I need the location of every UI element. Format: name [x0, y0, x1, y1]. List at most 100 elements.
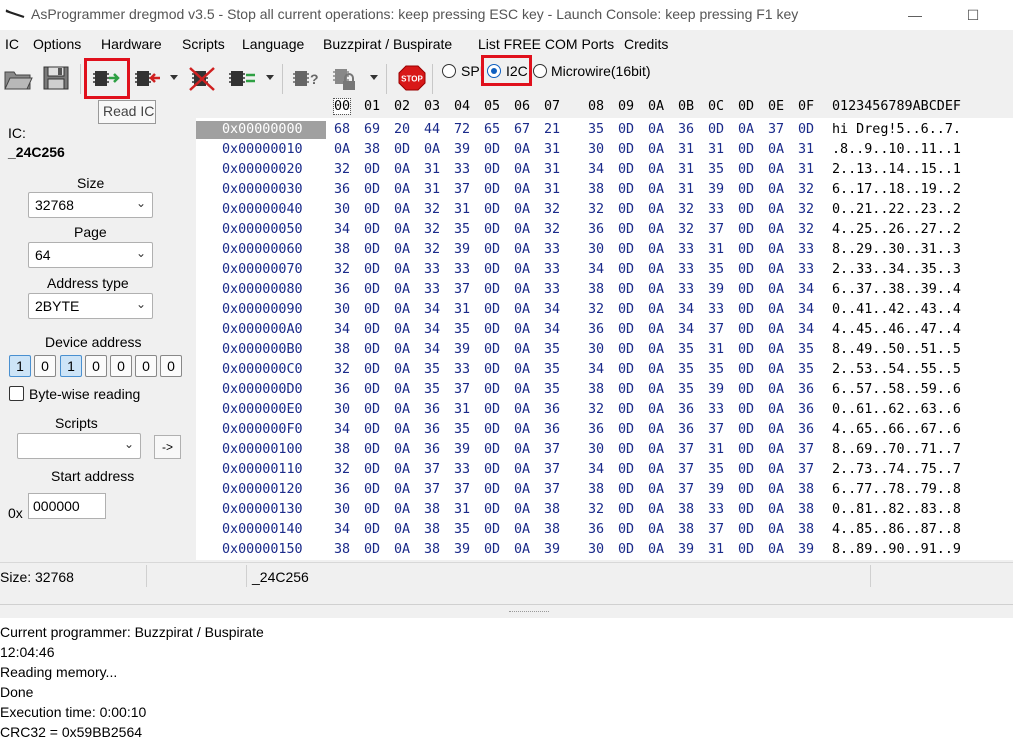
hex-byte[interactable]: 31 — [454, 502, 470, 517]
hex-byte[interactable]: 33 — [708, 402, 724, 417]
hex-byte[interactable]: 0A — [514, 322, 530, 337]
hex-byte[interactable]: 0D — [484, 502, 500, 517]
ascii-text[interactable]: 4..85..86..87..8 — [832, 522, 961, 537]
hex-byte[interactable]: 0D — [364, 382, 380, 397]
hex-byte[interactable]: 0D — [738, 262, 754, 277]
hex-byte[interactable]: 21 — [544, 122, 560, 137]
ascii-text[interactable]: 6..77..78..79..8 — [832, 482, 961, 497]
save-icon[interactable] — [40, 62, 72, 94]
hex-byte[interactable]: 38 — [544, 502, 560, 517]
hex-byte[interactable]: 35 — [708, 162, 724, 177]
hex-byte[interactable]: 32 — [588, 502, 604, 517]
menu-ic[interactable]: IC — [5, 36, 19, 52]
hex-byte[interactable]: 38 — [678, 522, 694, 537]
hex-byte[interactable]: 0A — [394, 202, 410, 217]
hex-byte[interactable]: 39 — [544, 542, 560, 557]
hex-byte[interactable]: 0D — [364, 482, 380, 497]
hex-byte[interactable]: 72 — [454, 122, 470, 137]
hex-byte[interactable]: 33 — [708, 202, 724, 217]
hex-byte[interactable]: 0A — [394, 162, 410, 177]
hex-byte[interactable]: 0D — [484, 262, 500, 277]
hex-byte[interactable]: 0A — [768, 402, 784, 417]
hex-byte[interactable]: 0D — [618, 262, 634, 277]
hex-byte[interactable]: 0D — [618, 322, 634, 337]
hex-row[interactable]: 0x000000D0 36 0D 0A 35 37 0D 0A 35 38 0D 0A 35 39 0D 0A… — [196, 380, 1013, 400]
hex-byte[interactable]: 33 — [454, 462, 470, 477]
hex-byte[interactable]: 35 — [708, 362, 724, 377]
hex-byte[interactable]: 38 — [334, 542, 350, 557]
hex-byte[interactable]: 44 — [424, 122, 440, 137]
hex-row[interactable]: 0x00000140 34 0D 0A 38 35 0D 0A 38 36 0D 0A 38 37 0D 0A… — [196, 520, 1013, 540]
hex-row[interactable]: 0x00000010 0A 38 0D 0A 39 0D 0A 31 30 0D 0A 31 31 0D 0A… — [196, 140, 1013, 160]
size-select[interactable]: 32768 ⌄ — [28, 192, 153, 218]
hex-byte[interactable]: 0A — [768, 502, 784, 517]
hex-byte[interactable]: 36 — [588, 222, 604, 237]
ascii-text[interactable]: 4..25..26..27..2 — [832, 222, 961, 237]
hex-byte[interactable]: 31 — [678, 162, 694, 177]
hex-byte[interactable]: 38 — [424, 502, 440, 517]
hex-byte[interactable]: 0A — [768, 522, 784, 537]
menu-scripts[interactable]: Scripts — [182, 36, 225, 52]
hex-byte[interactable]: 33 — [678, 282, 694, 297]
hex-byte[interactable]: 38 — [334, 442, 350, 457]
hex-byte[interactable]: 39 — [454, 542, 470, 557]
hex-byte[interactable]: 35 — [454, 322, 470, 337]
hex-byte[interactable]: 0A — [514, 302, 530, 317]
hex-byte[interactable]: 0D — [484, 302, 500, 317]
menu-credits[interactable]: Credits — [624, 36, 668, 52]
menu-language[interactable]: Language — [242, 36, 304, 52]
hex-byte[interactable]: 33 — [454, 362, 470, 377]
hex-byte[interactable]: 37 — [454, 382, 470, 397]
hex-byte[interactable]: 38 — [364, 142, 380, 157]
hex-byte[interactable]: 0D — [738, 522, 754, 537]
hex-byte[interactable]: 0D — [364, 342, 380, 357]
hex-byte[interactable]: 34 — [424, 322, 440, 337]
hex-byte[interactable]: 33 — [454, 162, 470, 177]
log-splitter[interactable] — [0, 604, 1013, 618]
hex-byte[interactable]: 38 — [798, 522, 814, 537]
hex-byte[interactable]: 0A — [648, 342, 664, 357]
device-address-bit[interactable]: 0 — [160, 355, 182, 377]
hex-byte[interactable]: 32 — [424, 242, 440, 257]
hex-byte[interactable]: 0A — [514, 542, 530, 557]
hex-byte[interactable]: 35 — [454, 422, 470, 437]
hex-byte[interactable]: 0A — [514, 422, 530, 437]
hex-byte[interactable]: 0A — [514, 242, 530, 257]
hex-byte[interactable]: 38 — [678, 502, 694, 517]
hex-byte[interactable]: 0A — [394, 222, 410, 237]
hex-byte[interactable]: 0D — [738, 202, 754, 217]
ascii-text[interactable]: 6..37..38..39..4 — [832, 282, 961, 297]
device-address-bit[interactable]: 0 — [34, 355, 56, 377]
hex-row[interactable]: 0x00000020 32 0D 0A 31 33 0D 0A 31 34 0D 0A 31 35 0D 0A… — [196, 160, 1013, 180]
hex-row[interactable]: 0x00000060 38 0D 0A 32 39 0D 0A 33 30 0D 0A 33 31 0D 0A… — [196, 240, 1013, 260]
hex-byte[interactable]: 0D — [618, 222, 634, 237]
page-select[interactable]: 64 ⌄ — [28, 242, 153, 268]
hex-byte[interactable]: 0A — [394, 402, 410, 417]
hex-byte[interactable]: 37 — [708, 322, 724, 337]
stop-icon[interactable]: STOP — [396, 62, 428, 94]
hex-byte[interactable]: 0A — [648, 402, 664, 417]
maximize-button[interactable]: ☐ — [958, 4, 988, 26]
hex-byte[interactable]: 0D — [708, 122, 724, 137]
hex-byte[interactable]: 39 — [454, 442, 470, 457]
hex-byte[interactable]: 37 — [708, 522, 724, 537]
hex-byte[interactable]: 39 — [708, 182, 724, 197]
hex-byte[interactable]: 0D — [618, 162, 634, 177]
start-address-field[interactable] — [28, 493, 106, 519]
hex-byte[interactable]: 0D — [738, 182, 754, 197]
microwire-label[interactable]: Microwire(16bit) — [551, 63, 651, 79]
hex-editor[interactable]: 00 01 02 03 04 05 06 07 08 09 0A 0B 0C 0D 0E 0F 01234567… — [196, 96, 1013, 560]
hex-byte[interactable]: 38 — [544, 522, 560, 537]
hex-byte[interactable]: 0A — [514, 502, 530, 517]
hex-byte[interactable]: 0A — [768, 302, 784, 317]
hex-byte[interactable]: 31 — [544, 162, 560, 177]
start-address-input[interactable] — [29, 494, 105, 518]
hex-byte[interactable]: 39 — [798, 542, 814, 557]
hex-byte[interactable]: 0D — [364, 442, 380, 457]
hex-row[interactable]: 0x000000F0 34 0D 0A 36 35 0D 0A 36 36 0D 0A 36 37 0D 0A… — [196, 420, 1013, 440]
ascii-text[interactable]: 2..73..74..75..7 — [832, 462, 961, 477]
hex-byte[interactable]: 34 — [424, 342, 440, 357]
hex-byte[interactable]: 0D — [738, 242, 754, 257]
hex-byte[interactable]: 36 — [334, 382, 350, 397]
hex-byte[interactable]: 0D — [738, 162, 754, 177]
